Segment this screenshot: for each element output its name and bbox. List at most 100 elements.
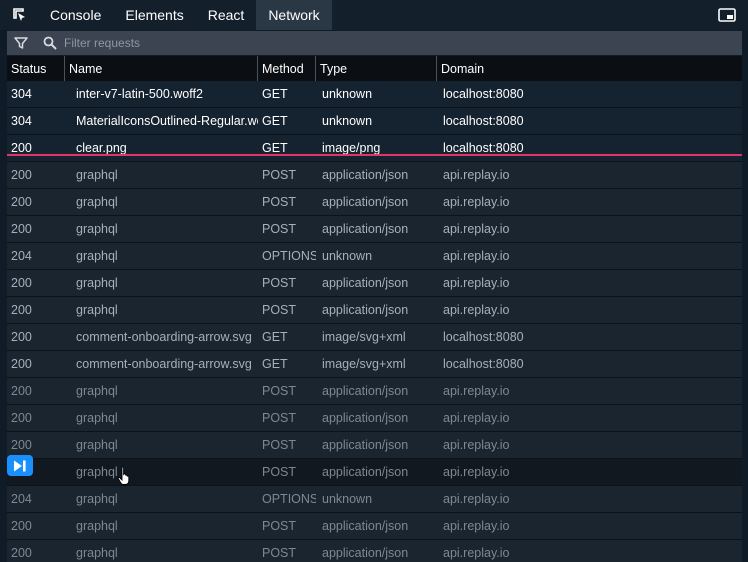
cell-domain: api.replay.io (443, 438, 510, 452)
table-row[interactable]: 200 graphql POST application/json api.replay… (7, 216, 742, 243)
table-row[interactable]: 204 graphql OPTIONS unknown api.replay.io (7, 243, 742, 270)
cell-type: unknown (322, 114, 373, 128)
cell-type: image/png (322, 141, 381, 155)
cell-type: application/json (322, 519, 409, 533)
table-row[interactable]: 200 graphql POST application/json api.replay… (7, 189, 742, 216)
cell-type: application/json (322, 222, 409, 236)
column-header-status[interactable]: Status (7, 56, 65, 81)
cell-status: 200 (11, 411, 32, 425)
column-header-domain[interactable]: Domain (437, 56, 742, 81)
cell-name: graphql (76, 411, 118, 425)
cell-method: GET (262, 330, 288, 344)
cell-type: unknown (322, 87, 373, 101)
table-row[interactable]: 200 comment-onboarding-arrow.svg GET image/… (7, 324, 742, 351)
table-row[interactable]: 200 clear.png GET image/png localhost:8080 (7, 135, 742, 162)
cell-method: POST (262, 465, 297, 479)
element-picker-button[interactable] (0, 0, 38, 30)
cell-status: 200 (11, 195, 32, 209)
table-row[interactable]: 200 graphql POST application/json api.replay… (7, 378, 742, 405)
filter-bar (7, 31, 742, 55)
table-row[interactable]: 200 graphql POST application/json api.replay… (7, 270, 742, 297)
cell-name: comment-onboarding-arrow.svg (76, 357, 252, 371)
table-row[interactable]: 204 graphql OPTIONS unknown api.replay.io (7, 486, 742, 513)
dock-layout-icon (718, 8, 736, 22)
column-header-name[interactable]: Name (65, 56, 258, 81)
cell-status: 200 (11, 222, 32, 236)
cell-name: graphql (76, 519, 118, 533)
cell-method: GET (262, 141, 288, 155)
table-row[interactable]: 304 MaterialIconsOutlined-Regular.woff GET… (7, 108, 742, 135)
tab-console[interactable]: Console (38, 0, 113, 30)
cell-name: graphql (76, 492, 118, 506)
cell-status: 200 (11, 384, 32, 398)
cell-method: POST (262, 276, 297, 290)
filter-requests-input[interactable] (64, 33, 742, 53)
cell-status: 200 (11, 141, 32, 155)
cell-type: application/json (322, 276, 409, 290)
tab-react[interactable]: React (196, 0, 257, 30)
cell-status: 200 (11, 546, 32, 560)
table-row[interactable]: 200 graphql POST application/json api.replay… (7, 432, 742, 459)
cell-method: POST (262, 411, 297, 425)
cell-type: image/svg+xml (322, 357, 406, 371)
cell-name: comment-onboarding-arrow.svg (76, 330, 252, 344)
column-header-method[interactable]: Method (258, 56, 316, 81)
dock-layout-button[interactable] (718, 7, 736, 23)
cell-name: graphql (76, 438, 118, 452)
column-header-type[interactable]: Type (316, 56, 437, 81)
cell-domain: api.replay.io (443, 249, 510, 263)
cell-method: POST (262, 168, 297, 182)
table-header: Status Name Method Type Domain (7, 56, 742, 81)
cell-method: GET (262, 114, 288, 128)
funnel-icon[interactable] (13, 35, 29, 51)
cell-method: OPTIONS (262, 249, 316, 263)
cell-name: inter-v7-latin-500.woff2 (76, 87, 203, 101)
cell-domain: api.replay.io (443, 222, 510, 236)
cell-type: unknown (322, 492, 373, 506)
table-row[interactable]: 200 graphql POST application/json api.replay… (7, 405, 742, 432)
cell-method: GET (262, 357, 288, 371)
cell-method: POST (262, 519, 297, 533)
table-row[interactable]: 200 graphql POST application/json api.replay… (7, 540, 742, 562)
cell-status: 200 (11, 357, 32, 371)
cell-domain: api.replay.io (443, 303, 510, 317)
hand-cursor-icon (117, 466, 130, 485)
cell-method: POST (262, 303, 297, 317)
cell-domain: api.replay.io (443, 546, 510, 560)
cell-method: POST (262, 195, 297, 209)
tab-network[interactable]: Network (256, 0, 332, 30)
table-row[interactable]: 304 inter-v7-latin-500.woff2 GET unknown loc… (7, 81, 742, 108)
table-row[interactable]: 200 comment-onboarding-arrow.svg GET image/… (7, 351, 742, 378)
cell-domain: api.replay.io (443, 384, 510, 398)
cell-domain: api.replay.io (443, 195, 510, 209)
seek-to-request-button[interactable] (7, 455, 33, 476)
cell-domain: api.replay.io (443, 492, 510, 506)
table-row[interactable]: 200 graphql POST application/json api.replay… (7, 513, 742, 540)
cell-method: POST (262, 384, 297, 398)
cell-status: 200 (11, 330, 32, 344)
cell-method: OPTIONS (262, 492, 316, 506)
table-row[interactable]: 200 graphql POST application/json api.replay… (7, 297, 742, 324)
cell-type: application/json (322, 195, 409, 209)
cell-domain: api.replay.io (443, 276, 510, 290)
cell-type: application/json (322, 303, 409, 317)
seek-to-request-icon (14, 460, 26, 471)
cell-status: 204 (11, 249, 32, 263)
cell-domain: localhost:8080 (443, 357, 524, 371)
cell-status: 200 (11, 519, 32, 533)
cell-name: graphql (76, 276, 118, 290)
cell-method: GET (262, 87, 288, 101)
cell-domain: api.replay.io (443, 465, 510, 479)
cell-type: application/json (322, 438, 409, 452)
cell-domain: localhost:8080 (443, 114, 524, 128)
cell-name: graphql (76, 249, 118, 263)
devtools-panel: Console Elements React Network Status Na… (0, 0, 748, 562)
cell-type: application/json (322, 465, 409, 479)
cell-domain: api.replay.io (443, 411, 510, 425)
cell-name: graphql (76, 384, 118, 398)
table-row[interactable]: 200 graphql POST application/json api.replay… (7, 162, 742, 189)
cell-method: POST (262, 222, 297, 236)
element-picker-icon (13, 8, 25, 21)
cell-domain: api.replay.io (443, 519, 510, 533)
tab-elements[interactable]: Elements (113, 0, 195, 30)
